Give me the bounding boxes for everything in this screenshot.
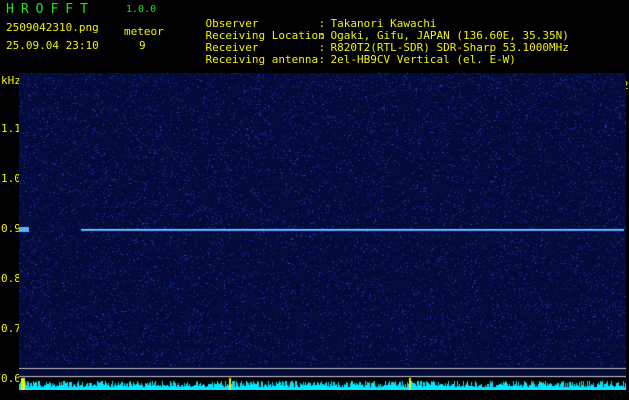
info-label: Receiving antenna	[205, 53, 319, 66]
date-time: 25.09.04 23:10	[6, 39, 99, 52]
meteor-count: 9	[139, 39, 146, 52]
info-value: 2el-HB9CV Vertical (el. E-W)	[330, 53, 516, 66]
meteor-label: meteor	[124, 25, 164, 38]
waterfall-canvas	[19, 73, 626, 390]
y-tick-label: 0.8	[1, 272, 21, 285]
y-tick-label: 0.7	[1, 322, 21, 335]
y-tick-label: 0.6	[1, 372, 21, 385]
y-tick-label: 1.1	[1, 122, 21, 135]
header-panel: HROFFT 1.0.0 2509042310.png meteor 25.09…	[0, 0, 629, 70]
y-tick-label: 1.0	[1, 172, 21, 185]
app-title: HROFFT	[6, 2, 95, 17]
y-tick-label: 0.9	[1, 222, 21, 235]
app-version: 1.0.0	[126, 4, 157, 15]
file-name: 2509042310.png	[6, 21, 99, 34]
y-axis-unit: kHz	[1, 74, 21, 87]
waterfall-plot	[19, 73, 626, 390]
